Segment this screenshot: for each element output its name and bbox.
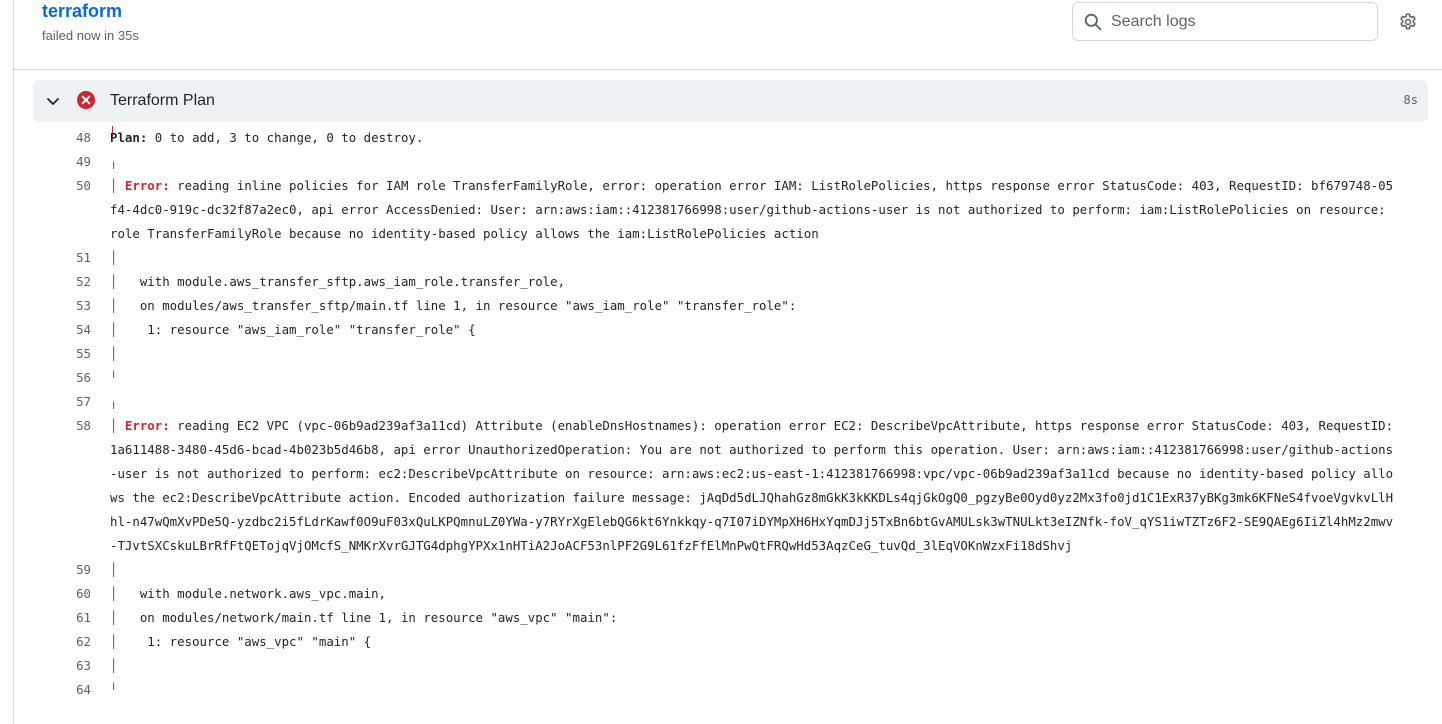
log-line-number[interactable]: 62 [33, 630, 91, 654]
log-line[interactable]: 62 │ 1: resource "aws_vpc" "main" { [33, 630, 1428, 654]
log-line[interactable]: 51 │ [33, 246, 1428, 270]
log-line-text: ╵ [110, 678, 1400, 702]
log-line-text: ╷ [110, 150, 1400, 174]
log-line-text: │ on modules/aws_transfer_sftp/main.tf l… [110, 294, 1400, 318]
log-line-number[interactable]: 60 [33, 582, 91, 606]
settings-button[interactable] [1397, 11, 1419, 33]
log-line[interactable]: 49 ╷ [33, 150, 1428, 174]
log-line-number[interactable]: 59 [33, 558, 91, 582]
log-message: reading inline policies for IAM role Tra… [110, 178, 1394, 241]
log-line-text: │ on modules/network/main.tf line 1, in … [110, 606, 1400, 630]
log-line-text: ╷ [110, 390, 1400, 414]
log-line[interactable]: 58 │ Error: reading EC2 VPC (vpc-06b9ad23… [33, 414, 1428, 558]
chevron-down-icon[interactable] [45, 93, 61, 109]
log-message: on modules/network/main.tf line 1, in re… [117, 610, 618, 625]
diagnostic-bar: ╷ [110, 154, 118, 169]
log-keyword: Plan: [110, 130, 148, 145]
log-line-number[interactable]: 61 [33, 606, 91, 630]
log-line-text: │ [110, 342, 1400, 366]
log-line[interactable]: 57 ╷ [33, 390, 1428, 414]
error-label: Error: [117, 178, 170, 193]
log-line[interactable]: 52 │ with module.aws_transfer_sftp.aws_ia… [33, 270, 1428, 294]
diagnostic-bar: ╵ [110, 682, 118, 697]
log-line-text: │ [110, 654, 1400, 678]
log-line[interactable]: 53 │ on modules/aws_transfer_sftp/main.tf… [33, 294, 1428, 318]
log-line-text: │ with module.aws_transfer_sftp.aws_iam_… [110, 270, 1400, 294]
log-message: reading EC2 VPC (vpc-06b9ad239af3a11cd) … [110, 418, 1401, 553]
log-line-number[interactable]: 48 [33, 126, 91, 150]
gear-icon [1400, 13, 1416, 30]
diagnostic-bar: ╵ [110, 370, 118, 385]
log-message: with module.aws_transfer_sftp.aws_iam_ro… [117, 274, 566, 289]
log-line-number[interactable]: 53 [33, 294, 91, 318]
log-line-number[interactable]: 52 [33, 270, 91, 294]
log-line-text: │ [110, 246, 1400, 270]
log-line-number[interactable]: 64 [33, 678, 91, 702]
step-name: Terraform Plan [110, 92, 215, 109]
log-line[interactable]: 54 │ 1: resource "aws_iam_role" "transfer… [33, 318, 1428, 342]
log-line-number[interactable]: 63 [33, 654, 91, 678]
log-line-number[interactable]: 56 [33, 366, 91, 390]
log-line-number[interactable]: 54 [33, 318, 91, 342]
search-logs-box[interactable] [1072, 2, 1378, 41]
x-circle-fill-icon [77, 91, 95, 109]
log-line-number[interactable]: 49 [33, 150, 91, 174]
search-logs-input[interactable] [1111, 12, 1361, 31]
log-line-text: │ with module.network.aws_vpc.main, [110, 582, 1400, 606]
diagnostic-bar: │ [110, 250, 118, 265]
log-line[interactable]: 48 Plan: 0 to add, 3 to change, 0 to dest… [33, 126, 1428, 150]
log-line[interactable]: 63 │ [33, 654, 1428, 678]
log-line[interactable]: 55 │ [33, 342, 1428, 366]
step-duration: 8s [1403, 93, 1418, 107]
step-terraform-plan-header[interactable]: Terraform Plan 8s [33, 80, 1428, 122]
log-line-text: Plan: 0 to add, 3 to change, 0 to destro… [110, 126, 1400, 150]
log-line[interactable]: 64 ╵ [33, 678, 1428, 702]
log-line-text: │ Error: reading inline policies for IAM… [110, 174, 1400, 246]
diagnostic-bar: │ [110, 658, 118, 673]
log-line-number[interactable]: 58 [33, 414, 91, 558]
log-line[interactable]: 60 │ with module.network.aws_vpc.main, [33, 582, 1428, 606]
job-header: terraform failed now in 35s [13, 0, 1442, 70]
log-message: on modules/aws_transfer_sftp/main.tf lin… [117, 298, 797, 313]
log-line-number[interactable]: 50 [33, 174, 91, 246]
job-title[interactable]: terraform [42, 1, 122, 22]
log-line-number[interactable]: 55 [33, 342, 91, 366]
diagnostic-bar: │ [110, 346, 118, 361]
log-line-text: │ [110, 558, 1400, 582]
log-line-text: │ 1: resource "aws_iam_role" "transfer_r… [110, 318, 1400, 342]
log-output: 48 Plan: 0 to add, 3 to change, 0 to dest… [33, 122, 1428, 702]
log-message: 1: resource "aws_iam_role" "transfer_rol… [117, 322, 476, 337]
log-line[interactable]: 50 │ Error: reading inline policies for I… [33, 174, 1428, 246]
log-line-text: ╵ [110, 366, 1400, 390]
error-label: Error: [117, 418, 170, 433]
diagnostic-bar: │ [110, 562, 118, 577]
log-line[interactable]: 56 ╵ [33, 366, 1428, 390]
log-line-text: │ Error: reading EC2 VPC (vpc-06b9ad239a… [110, 414, 1400, 558]
log-line-text: │ 1: resource "aws_vpc" "main" { [110, 630, 1400, 654]
job-status: failed now in 35s [42, 28, 139, 43]
log-message: 1: resource "aws_vpc" "main" { [117, 634, 372, 649]
log-line[interactable]: 61 │ on modules/network/main.tf line 1, i… [33, 606, 1428, 630]
search-icon [1084, 13, 1102, 30]
log-line-number[interactable]: 51 [33, 246, 91, 270]
diagnostic-bar: ╷ [110, 394, 118, 409]
log-line-number[interactable]: 57 [33, 390, 91, 414]
log-message: with module.network.aws_vpc.main, [117, 586, 387, 601]
log-line[interactable]: 59 │ [33, 558, 1428, 582]
log-message: 0 to add, 3 to change, 0 to destroy. [147, 130, 424, 145]
